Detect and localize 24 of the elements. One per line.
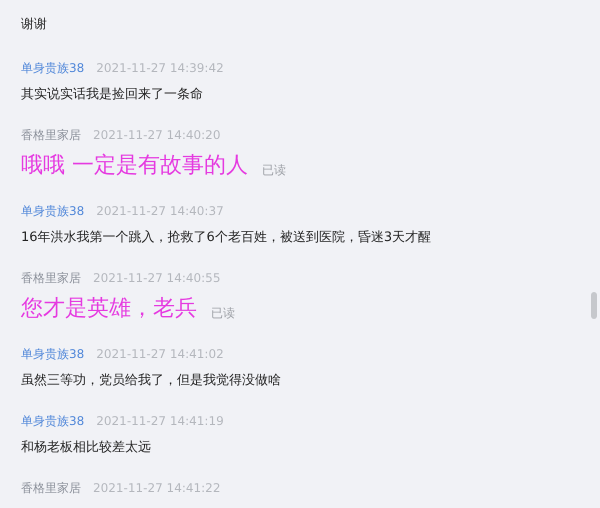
read-receipt: 已读 <box>262 162 286 179</box>
message-text: 其实说实话我是捡回来了一条命 <box>21 86 203 104</box>
sender-name: 香格里家居 <box>21 480 81 496</box>
message-text: 您才是英雄，老兵 <box>21 295 197 323</box>
read-receipt: 已读 <box>211 305 235 322</box>
message-text: 谢谢 <box>21 16 47 34</box>
message-time: 2021-11-27 14:39:42 <box>96 61 224 75</box>
message-text: 16年洪水我第一个跳入，抢救了6个老百姓，被送到医院，昏迷3天才醒 <box>21 229 432 247</box>
message-time: 2021-11-27 14:41:19 <box>96 414 224 428</box>
message-time: 2021-11-27 14:41:02 <box>96 347 224 361</box>
message-time: 2021-11-27 14:41:22 <box>93 481 220 495</box>
message-text: 和杨老板相比较差太远 <box>21 439 151 457</box>
sender-name: 香格里家居 <box>21 126 81 144</box>
message-time: 2021-11-27 14:40:55 <box>93 271 220 285</box>
message-text: 虽然三等功，党员给我了，但是我觉得没做啥 <box>21 372 281 390</box>
sender-name: 单身贵族38 <box>21 412 84 430</box>
sender-name: 单身贵族38 <box>21 346 84 362</box>
sender-name: 单身贵族38 <box>21 202 84 220</box>
message-time: 2021-11-27 14:40:20 <box>93 128 220 142</box>
sender-name: 香格里家居 <box>21 270 81 286</box>
message-text: 哦哦 一定是有故事的人 <box>21 152 248 180</box>
sender-name: 单身贵族38 <box>21 60 84 76</box>
message-time: 2021-11-27 14:40:37 <box>96 204 224 218</box>
scrollbar-thumb[interactable] <box>591 292 597 319</box>
